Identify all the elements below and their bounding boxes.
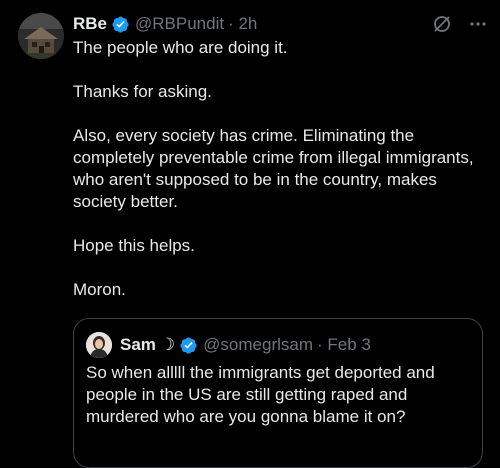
moon-icon: ☽ [159,335,176,354]
quoted-header: Sam ☽ @somegrlsam · Feb 3 [120,332,371,358]
grok-icon[interactable] [432,14,452,39]
quoted-author-name[interactable]: Sam [120,335,156,355]
tweet-text: The people who are doing it. Thanks for … [73,37,493,301]
tweet-paragraph: Also, every society has crime. Eliminati… [73,126,474,211]
quoted-avatar[interactable] [86,332,112,358]
quoted-author-handle[interactable]: @somegrlsam [203,335,313,355]
tweet-paragraph: The people who are doing it. [73,38,288,57]
author-name[interactable]: RBe [73,14,107,34]
quoted-text: So when alllll the immigrants get deport… [86,363,435,426]
tweet-time[interactable]: · 2h [228,14,257,34]
tweet-actions-top [432,14,488,39]
quoted-tweet[interactable]: Sam ☽ @somegrlsam · Feb 3 So when alllll… [73,318,483,468]
tweet-paragraph: Moron. [73,280,126,299]
author-handle[interactable]: @RBPundit [135,14,224,34]
more-icon[interactable] [468,14,488,39]
tweet-header: RBe @RBPundit · 2h [73,11,257,37]
verified-badge-icon [111,15,130,34]
verified-badge-icon [179,336,198,355]
quoted-time[interactable]: · Feb 3 [317,335,371,355]
tweet-paragraph: Hope this helps. [73,236,195,255]
tweet-paragraph: Thanks for asking. [73,82,212,101]
avatar[interactable] [18,13,64,59]
